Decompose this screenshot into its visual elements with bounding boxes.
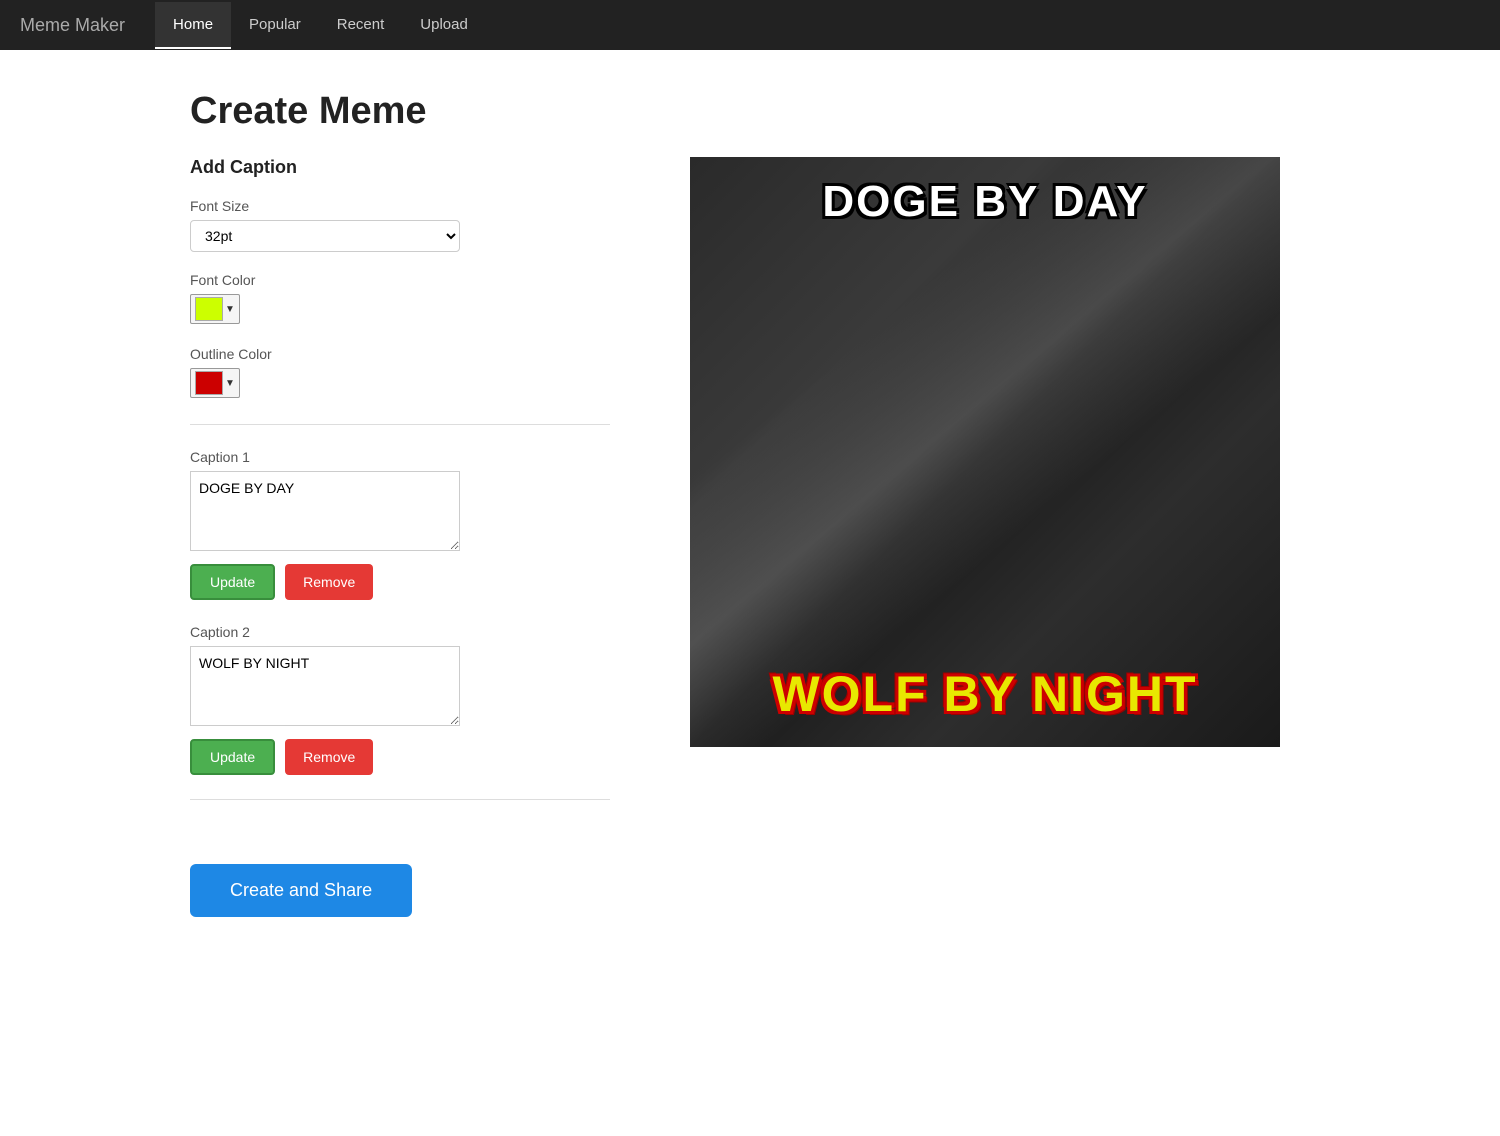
- caption2-buttons: Update Remove: [190, 739, 610, 775]
- outline-color-picker[interactable]: ▼: [190, 368, 240, 398]
- nav-link-recent[interactable]: Recent: [319, 2, 403, 49]
- caption1-input[interactable]: DOGE BY DAY: [190, 471, 460, 551]
- font-color-swatch: [195, 297, 223, 321]
- caption2-remove-button[interactable]: Remove: [285, 739, 373, 775]
- font-color-group: Font Color ▼: [190, 272, 610, 326]
- layout: Add Caption Font Size 16pt 20pt 24pt 28p…: [190, 157, 1310, 917]
- section-title: Add Caption: [190, 157, 610, 178]
- divider: [190, 424, 610, 425]
- nav-link-upload[interactable]: Upload: [402, 2, 486, 49]
- main-content: Create Meme Add Caption Font Size 16pt 2…: [150, 50, 1350, 957]
- caption2-update-button[interactable]: Update: [190, 739, 275, 775]
- font-color-label: Font Color: [190, 272, 610, 288]
- caption2-input[interactable]: WOLF BY NIGHT: [190, 646, 460, 726]
- outline-color-label: Outline Color: [190, 346, 610, 362]
- page-title: Create Meme: [190, 90, 1310, 133]
- meme-caption-bottom: WOLF BY NIGHT: [690, 665, 1280, 723]
- outline-color-group: Outline Color ▼: [190, 346, 610, 400]
- navbar: Meme Maker Home Popular Recent Upload: [0, 0, 1500, 50]
- caption1-label: Caption 1: [190, 449, 610, 465]
- caption1-group: Caption 1 DOGE BY DAY Update Remove: [190, 449, 610, 600]
- left-panel: Add Caption Font Size 16pt 20pt 24pt 28p…: [190, 157, 610, 917]
- meme-caption-top: DOGE BY DAY: [690, 177, 1280, 227]
- font-size-label: Font Size: [190, 198, 610, 214]
- outline-color-swatch: [195, 371, 223, 395]
- font-size-group: Font Size 16pt 20pt 24pt 28pt 32pt 36pt …: [190, 198, 610, 252]
- font-color-arrow-icon: ▼: [225, 304, 235, 315]
- outline-color-arrow-icon: ▼: [225, 378, 235, 389]
- meme-preview: DOGE BY DAY WOLF BY NIGHT: [690, 157, 1280, 747]
- font-color-picker[interactable]: ▼: [190, 294, 240, 324]
- caption1-remove-button[interactable]: Remove: [285, 564, 373, 600]
- nav-link-popular[interactable]: Popular: [231, 2, 319, 49]
- create-share-button[interactable]: Create and Share: [190, 864, 412, 917]
- app-brand: Meme Maker: [20, 15, 125, 36]
- caption2-label: Caption 2: [190, 624, 610, 640]
- font-size-select[interactable]: 16pt 20pt 24pt 28pt 32pt 36pt 40pt 48pt: [190, 220, 460, 252]
- nav-link-home[interactable]: Home: [155, 2, 231, 49]
- wolf-streak: [690, 157, 1280, 747]
- divider2: [190, 799, 610, 800]
- caption2-group: Caption 2 WOLF BY NIGHT Update Remove: [190, 624, 610, 775]
- caption1-update-button[interactable]: Update: [190, 564, 275, 600]
- caption1-buttons: Update Remove: [190, 564, 610, 600]
- nav-links: Home Popular Recent Upload: [155, 2, 486, 49]
